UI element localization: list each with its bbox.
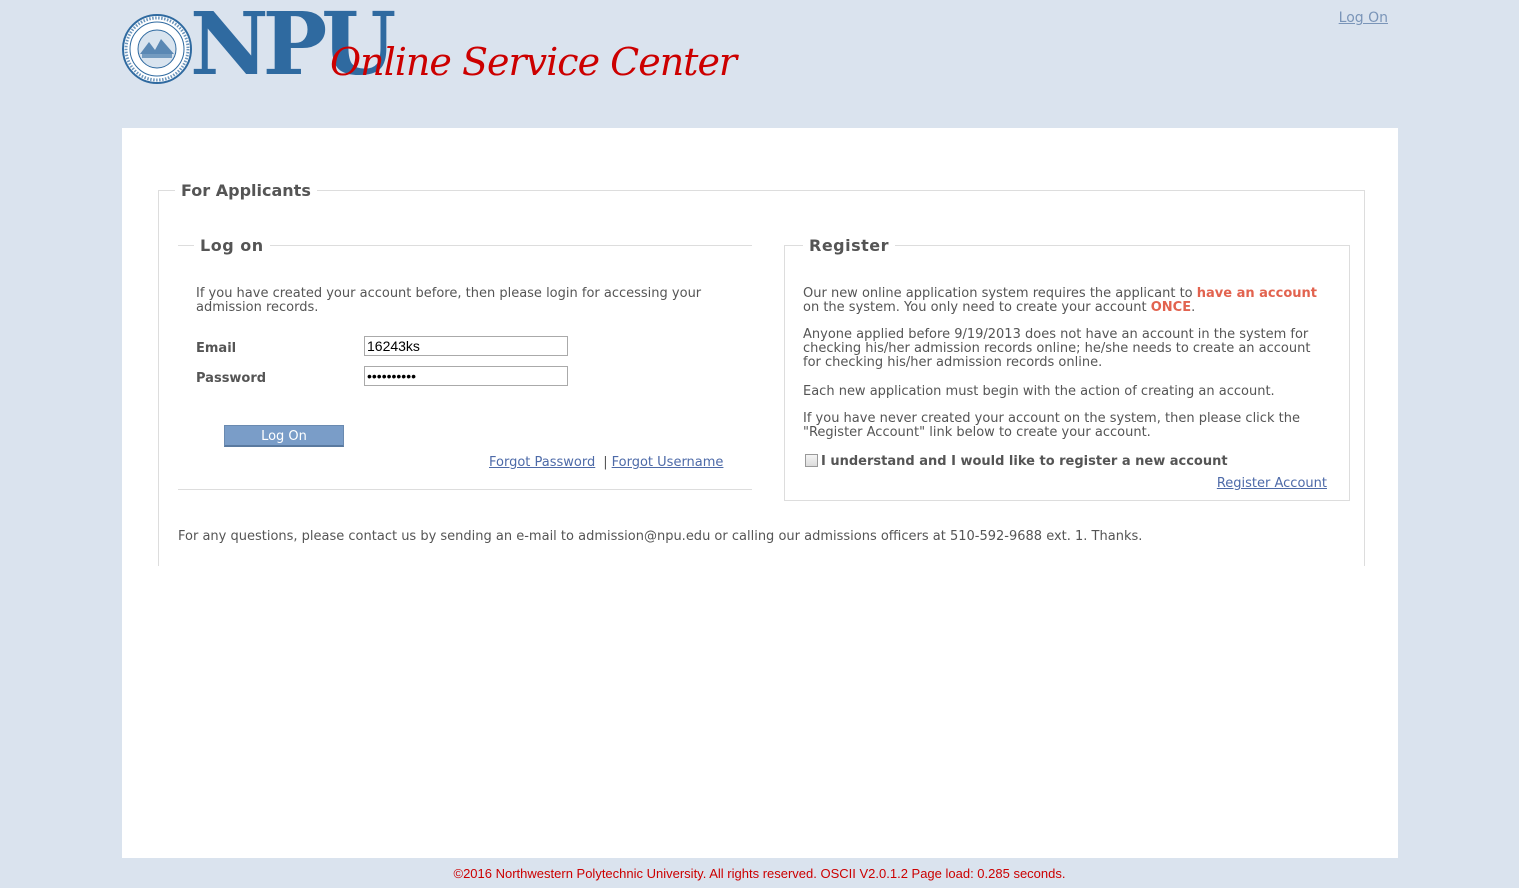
footer-text: ©2016 Northwestern Polytechnic Universit…	[453, 866, 1066, 881]
forgot-password-link[interactable]: Forgot Password	[489, 455, 595, 470]
forgot-username-link[interactable]: Forgot Username	[612, 455, 724, 470]
register-paragraph-3: Each new application must begin with the…	[803, 384, 1275, 399]
main-content: For Applicants Log on If you have create…	[122, 128, 1398, 858]
register-paragraph-4: If you have never created your account o…	[803, 411, 1300, 440]
register-legend: Register	[809, 236, 890, 255]
register-p1-text-c: .	[1191, 300, 1196, 315]
logon-button[interactable]: Log On	[224, 425, 344, 447]
agree-checkbox[interactable]	[805, 454, 818, 467]
password-field[interactable]	[364, 366, 568, 386]
password-label: Password	[196, 371, 267, 386]
forgot-links-row: Forgot Password | Forgot Username	[489, 455, 723, 470]
agree-row: I understand and I would like to registe…	[805, 454, 1228, 469]
header-logon-link[interactable]: Log On	[1339, 10, 1388, 26]
register-p1-text-b: on the system. You only need to create y…	[803, 300, 1151, 315]
logo-tagline: Online Service Center	[330, 40, 737, 84]
register-paragraph-1: Our new online application system requir…	[803, 287, 1323, 315]
email-field[interactable]	[364, 336, 568, 356]
register-account-link[interactable]: Register Account	[1217, 476, 1327, 491]
header: NPU Online Service Center Log On	[0, 0, 1519, 128]
register-fieldset: Register Our new online application syst…	[784, 236, 1350, 501]
logon-legend: Log on	[200, 236, 264, 255]
have-account-highlight: have an account	[1196, 286, 1318, 301]
link-separator: |	[603, 455, 608, 470]
register-p1-text-a: Our new online application system requir…	[803, 286, 1197, 301]
logon-fieldset: Log on If you have created your account …	[178, 236, 752, 490]
agree-label: I understand and I would like to registe…	[821, 454, 1228, 469]
applicants-legend: For Applicants	[181, 181, 311, 200]
once-highlight: ONCE	[1150, 300, 1192, 315]
register-paragraph-2: Anyone applied before 9/19/2013 does not…	[803, 327, 1311, 370]
contact-text: For any questions, please contact us by …	[178, 529, 1143, 544]
logon-intro-text: If you have created your account before,…	[196, 286, 702, 315]
university-seal-icon	[122, 14, 192, 84]
email-label: Email	[196, 341, 237, 356]
